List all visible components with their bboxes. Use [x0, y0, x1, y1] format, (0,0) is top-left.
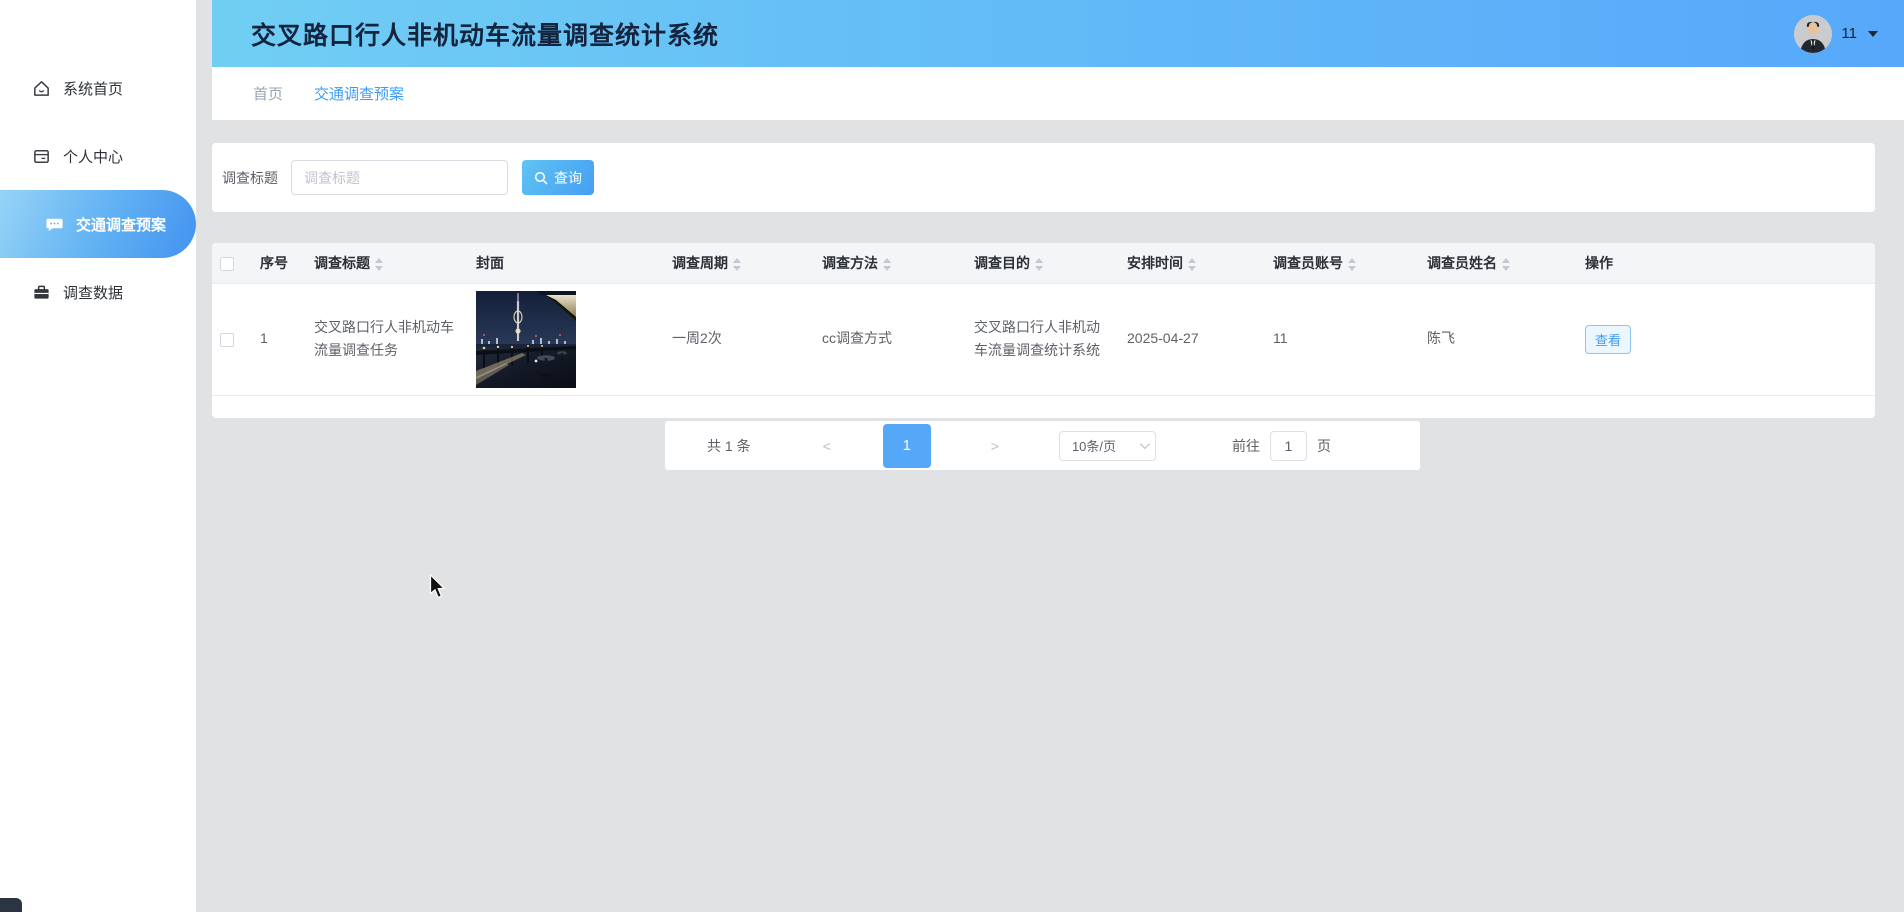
user-menu[interactable]: 11 — [1794, 15, 1878, 53]
column-header-period[interactable]: 调查周期 — [664, 243, 814, 283]
sidebar-item-label: 交通调查预案 — [76, 214, 166, 235]
cell-period: 一周2次 — [664, 283, 814, 395]
page-size-select[interactable]: 10条/页 — [1059, 431, 1156, 461]
avatar[interactable] — [1794, 15, 1832, 53]
column-header-index[interactable]: 序号 — [252, 243, 306, 283]
breadcrumb-current[interactable]: 交通调查预案 — [314, 83, 404, 104]
column-header-method[interactable]: 调查方法 — [814, 243, 966, 283]
search-button-label: 查询 — [554, 168, 582, 188]
goto-page-input[interactable] — [1270, 431, 1307, 461]
sidebar-item-label: 调查数据 — [63, 282, 123, 303]
username: 11 — [1841, 25, 1857, 42]
mouse-cursor — [429, 574, 447, 600]
search-label: 调查标题 — [222, 168, 278, 188]
pagination-total: 共 1 条 — [707, 436, 751, 456]
cell-purpose: 交叉路口行人非机动车流量调查统计系统 — [966, 283, 1119, 395]
column-header-time[interactable]: 安排时间 — [1119, 243, 1265, 283]
column-header-title[interactable]: 调查标题 — [306, 243, 468, 283]
prev-page-button[interactable]: < — [823, 438, 831, 454]
column-header-account[interactable]: 调查员账号 — [1265, 243, 1419, 283]
sort-icon[interactable] — [375, 258, 383, 271]
sidebar-item-home[interactable]: 系统首页 — [0, 54, 196, 122]
data-table-panel: 序号 调查标题 封面 调查周期 调查方法 调查目的 安排时间 调查员账号 调查员… — [212, 243, 1875, 418]
top-header: 交叉路口行人非机动车流量调查统计系统 11 — [212, 0, 1904, 67]
sidebar: 系统首页 个人中心 交通调查预案 调查数据 — [0, 0, 196, 912]
column-header-name[interactable]: 调查员姓名 — [1419, 243, 1577, 283]
column-header-cover[interactable]: 封面 — [468, 243, 664, 283]
briefcase-icon — [31, 282, 51, 302]
next-page-button[interactable]: > — [991, 438, 999, 454]
page-title: 交叉路口行人非机动车流量调查统计系统 — [251, 16, 719, 52]
scrollbar-thumb[interactable] — [0, 898, 22, 912]
sort-icon[interactable] — [1502, 258, 1510, 271]
row-checkbox[interactable] — [220, 333, 234, 347]
cell-time: 2025-04-27 — [1119, 283, 1265, 395]
search-panel: 调查标题 查询 — [212, 143, 1875, 212]
table-header-row: 序号 调查标题 封面 调查周期 调查方法 调查目的 安排时间 调查员账号 调查员… — [212, 243, 1875, 283]
chevron-down-icon — [1140, 439, 1150, 449]
cell-method: cc调查方式 — [814, 283, 966, 395]
pagination-bar: 共 1 条 < 1 > 10条/页 前往 页 — [665, 421, 1420, 470]
chat-bubble-icon — [44, 214, 64, 234]
column-header-purpose[interactable]: 调查目的 — [966, 243, 1119, 283]
sort-icon[interactable] — [1035, 258, 1043, 271]
search-icon — [534, 171, 548, 185]
sidebar-item-survey-plan[interactable]: 交通调查预案 — [0, 190, 196, 258]
goto-suffix-label: 页 — [1317, 436, 1331, 456]
breadcrumb-home[interactable]: 首页 — [253, 83, 283, 104]
column-header-action: 操作 — [1577, 243, 1875, 283]
page-size-value: 10条/页 — [1072, 436, 1116, 455]
cell-account: 11 — [1265, 283, 1419, 395]
sort-icon[interactable] — [1188, 258, 1196, 271]
cell-index: 1 — [252, 283, 306, 395]
chevron-down-icon — [1868, 31, 1878, 37]
cell-title: 交叉路口行人非机动车流量调查任务 — [306, 283, 468, 395]
sidebar-item-label: 个人中心 — [63, 146, 123, 167]
cover-image[interactable] — [476, 291, 576, 388]
sort-icon[interactable] — [883, 258, 891, 271]
page-number-button[interactable]: 1 — [883, 424, 931, 468]
breadcrumb: 首页 交通调查预案 — [212, 67, 1904, 120]
sidebar-item-profile[interactable]: 个人中心 — [0, 122, 196, 190]
survey-table: 序号 调查标题 封面 调查周期 调查方法 调查目的 安排时间 调查员账号 调查员… — [212, 243, 1875, 396]
goto-prefix-label: 前往 — [1232, 436, 1260, 456]
table-row: 1 交叉路口行人非机动车流量调查任务 — [212, 283, 1875, 395]
home-icon — [31, 78, 51, 98]
search-input[interactable] — [291, 160, 508, 195]
search-button[interactable]: 查询 — [522, 160, 594, 195]
app-root: 系统首页 个人中心 交通调查预案 调查数据 交叉路口行人非机动车流量调查统计系统 — [0, 0, 1904, 912]
select-all-checkbox[interactable] — [220, 257, 234, 271]
sort-icon[interactable] — [733, 258, 741, 271]
sidebar-item-survey-data[interactable]: 调查数据 — [0, 258, 196, 326]
sort-icon[interactable] — [1348, 258, 1356, 271]
cell-name: 陈飞 — [1419, 283, 1577, 395]
id-card-icon — [31, 146, 51, 166]
sidebar-item-label: 系统首页 — [63, 78, 123, 99]
view-button[interactable]: 查看 — [1585, 325, 1631, 354]
